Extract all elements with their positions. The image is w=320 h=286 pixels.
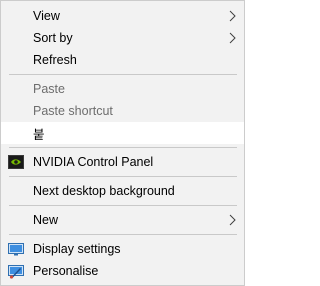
menu-item-new-label: New — [33, 213, 59, 227]
menu-item-personalise-label: Personalise — [33, 264, 99, 278]
monitor-icon — [8, 243, 24, 256]
desktop-context-menu: View Sort by Refresh Paste Paste shortcu… — [0, 0, 245, 286]
menu-item-paste-shortcut-label: Paste shortcut — [33, 104, 113, 118]
menu-separator — [9, 147, 237, 148]
menu-separator — [9, 74, 237, 75]
menu-separator — [9, 176, 237, 177]
menu-item-refresh-label: Refresh — [33, 53, 77, 67]
personalise-icon — [8, 265, 24, 279]
menu-separator — [9, 234, 237, 235]
menu-item-nvidia-label: NVIDIA Control Panel — [33, 155, 154, 169]
menu-item-paste-shortcut: Paste shortcut — [1, 100, 244, 122]
menu-separator — [9, 205, 237, 206]
chevron-right-icon — [229, 32, 236, 44]
chevron-right-icon — [229, 214, 236, 226]
menu-item-sort-by-label: Sort by — [33, 31, 73, 45]
menu-item-sort-by[interactable]: Sort by — [1, 27, 244, 49]
menu-item-nvidia-control-panel[interactable]: NVIDIA Control Panel — [1, 151, 244, 173]
nvidia-icon — [8, 155, 24, 169]
menu-item-view[interactable]: View — [1, 5, 244, 27]
menu-item-display-settings[interactable]: Display settings — [1, 238, 244, 260]
menu-item-next-background-label: Next desktop background — [33, 184, 175, 198]
menu-item-next-desktop-background[interactable]: Next desktop background — [1, 180, 244, 202]
chevron-right-icon — [229, 10, 236, 22]
menu-item-new[interactable]: New — [1, 209, 244, 231]
menu-item-paste-label: Paste — [33, 82, 65, 96]
menu-item-ime[interactable]: 붙 — [1, 122, 244, 144]
menu-item-personalise[interactable]: Personalise — [1, 260, 244, 282]
menu-item-view-label: View — [33, 9, 60, 23]
menu-item-refresh[interactable]: Refresh — [1, 49, 244, 71]
menu-item-paste: Paste — [1, 78, 244, 100]
menu-item-display-settings-label: Display settings — [33, 242, 121, 256]
menu-item-ime-label: 붙 — [33, 127, 45, 142]
